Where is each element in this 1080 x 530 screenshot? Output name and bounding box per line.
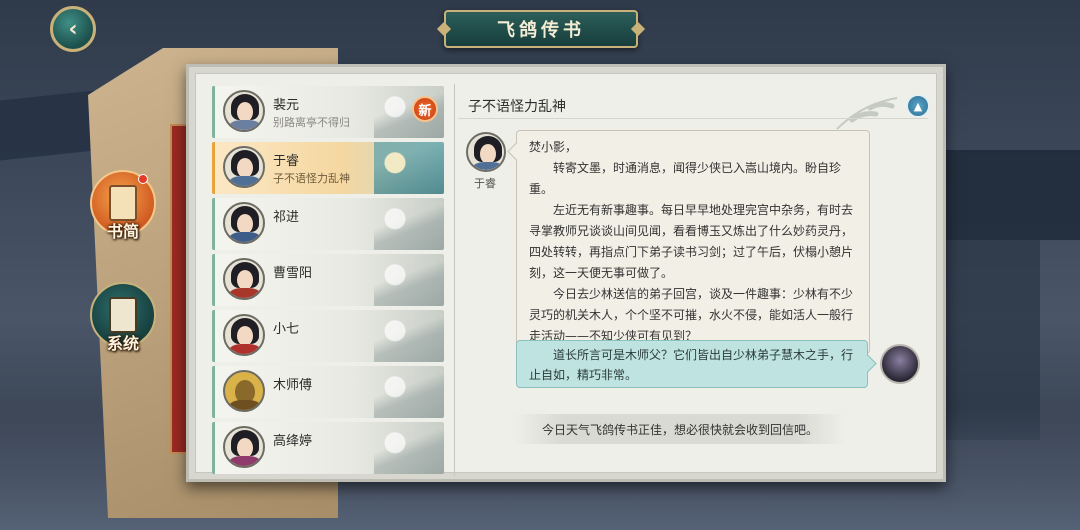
notification-dot bbox=[138, 174, 148, 184]
avatar bbox=[468, 134, 504, 170]
letter-panel: 裴元 别路离亭不得归 新 于睿 子不语怪力乱神 祁进 曹雪阳 小七 木师傅 高绛… bbox=[186, 64, 946, 482]
collapse-button[interactable]: ▲ bbox=[906, 94, 930, 118]
header-divider bbox=[458, 118, 928, 119]
contact-name: 小七 bbox=[273, 322, 300, 337]
contact-decoration bbox=[374, 198, 444, 250]
avatar bbox=[223, 258, 265, 300]
letter-salutation: 焚小影， bbox=[529, 140, 578, 154]
contact-item[interactable]: 小七 bbox=[212, 310, 444, 362]
back-button[interactable]: ‹ bbox=[50, 6, 96, 52]
letter-paragraph: 今日去少林送信的弟子回宫，谈及一件趣事：少林有不少灵巧的机关木人，个个坚不可摧，… bbox=[529, 287, 854, 343]
avatar bbox=[223, 146, 265, 188]
contact-name: 曹雪阳 bbox=[273, 266, 313, 281]
contact-item[interactable]: 曹雪阳 bbox=[212, 254, 444, 306]
contact-decoration bbox=[374, 422, 444, 474]
back-arrow-icon: ‹ bbox=[68, 16, 78, 42]
contact-decoration bbox=[374, 310, 444, 362]
sender-name: 于睿 bbox=[474, 177, 496, 190]
tab-mail-label: 书简 bbox=[106, 222, 140, 241]
pane-divider bbox=[454, 84, 455, 476]
contact-name: 裴元 bbox=[273, 98, 300, 113]
conversation-header: 子不语怪力乱神 ▲ bbox=[458, 88, 942, 130]
bamboo-decoration-icon bbox=[836, 97, 898, 130]
tab-system[interactable]: 系统 bbox=[90, 282, 156, 353]
avatar bbox=[223, 426, 265, 468]
conversation-title: 子不语怪力乱神 bbox=[468, 99, 566, 115]
avatar bbox=[223, 314, 265, 356]
avatar bbox=[223, 90, 265, 132]
contact-item[interactable]: 高绛婷 bbox=[212, 422, 444, 474]
contact-name: 高绛婷 bbox=[273, 434, 313, 449]
contact-decoration bbox=[374, 254, 444, 306]
contact-subtitle: 别路离亭不得归 bbox=[273, 116, 350, 129]
contact-item[interactable]: 祁进 bbox=[212, 198, 444, 250]
contact-name: 祁进 bbox=[273, 210, 300, 225]
scroll-icon bbox=[109, 297, 137, 333]
contact-item[interactable]: 裴元 别路离亭不得归 新 bbox=[212, 86, 444, 138]
contact-item[interactable]: 木师傅 bbox=[212, 366, 444, 418]
letter-paragraph: 左近无有新事趣事。每日早早地处理完宫中杂务，有时去寻掌教师兄谈谈山间见闻，看看博… bbox=[529, 203, 854, 280]
contact-decoration bbox=[374, 142, 444, 194]
contact-decoration bbox=[374, 366, 444, 418]
status-message: 今日天气飞鸽传书正佳，想必很快就会收到回信吧。 bbox=[514, 414, 846, 444]
tab-system-label: 系统 bbox=[106, 334, 140, 353]
avatar bbox=[223, 370, 265, 412]
letter-paragraph: 转寄文墨，时通消息，闻得少侠已入嵩山境内。盼自珍重。 bbox=[529, 161, 842, 196]
contact-list[interactable]: 裴元 别路离亭不得归 新 于睿 子不语怪力乱神 祁进 曹雪阳 小七 木师傅 高绛… bbox=[212, 86, 444, 476]
reply-message: 道长所言可是木师父？它们皆出自少林弟子慧木之手，行止自如，精巧非常。 bbox=[516, 340, 868, 388]
tab-mail[interactable]: 书简 bbox=[90, 170, 156, 241]
contact-name: 于睿 bbox=[273, 154, 300, 169]
player-avatar bbox=[880, 344, 920, 384]
new-badge: 新 bbox=[412, 96, 438, 122]
title-plaque: 飞鸽传书 bbox=[444, 10, 638, 48]
letter-message: 焚小影， 转寄文墨，时通消息，闻得少侠已入嵩山境内。盼自珍重。 左近无有新事趣事… bbox=[516, 130, 870, 354]
panel-inner: 裴元 别路离亭不得归 新 于睿 子不语怪力乱神 祁进 曹雪阳 小七 木师傅 高绛… bbox=[195, 73, 937, 476]
sender-avatar bbox=[466, 132, 506, 172]
scroll-icon bbox=[109, 185, 137, 221]
contact-subtitle: 子不语怪力乱神 bbox=[273, 172, 350, 185]
contact-name: 木师傅 bbox=[273, 378, 313, 393]
page-title: 飞鸽传书 bbox=[497, 20, 585, 41]
chevron-up-icon: ▲ bbox=[913, 99, 923, 113]
avatar bbox=[223, 202, 265, 244]
contact-item[interactable]: 于睿 子不语怪力乱神 bbox=[212, 142, 444, 194]
